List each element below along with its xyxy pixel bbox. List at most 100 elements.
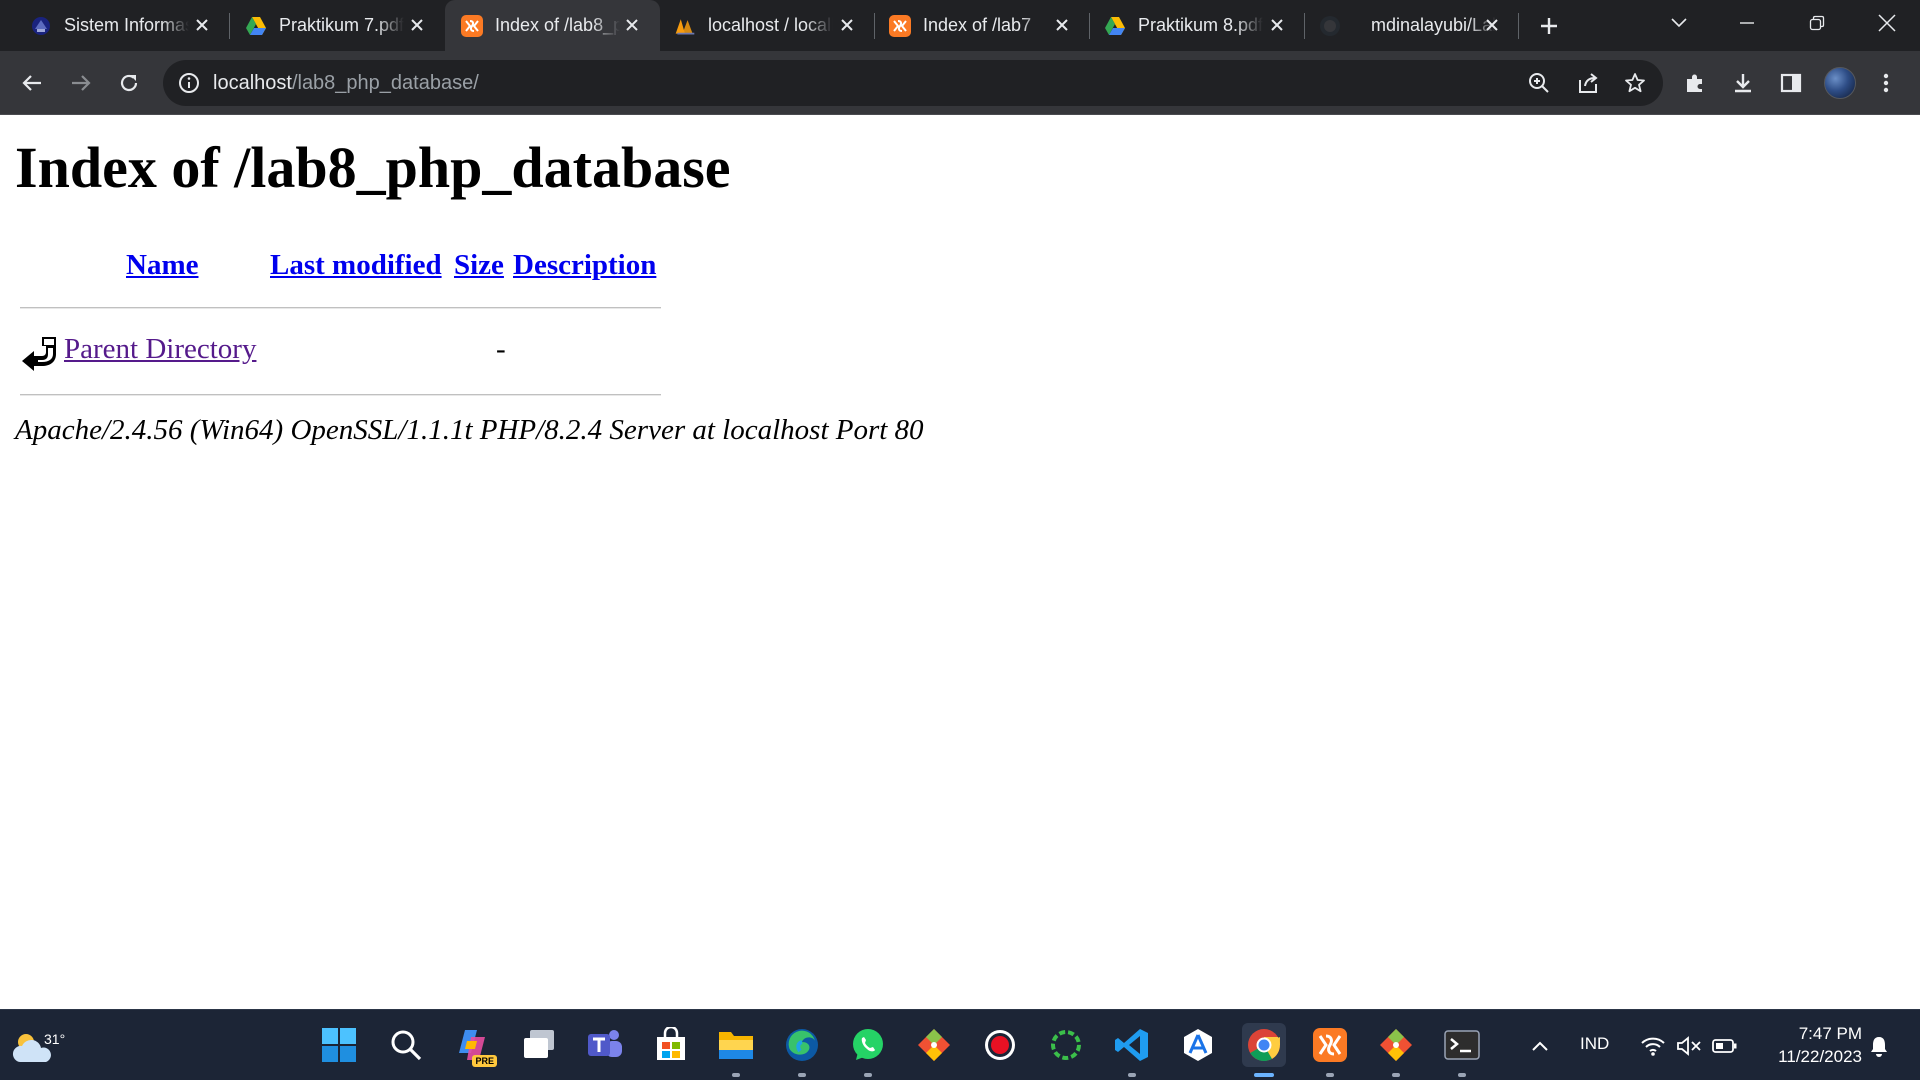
google-drive-icon xyxy=(245,15,267,37)
close-window-button[interactable] xyxy=(1856,0,1918,45)
task-view-icon xyxy=(524,1030,554,1058)
column-header-last-modified[interactable]: Last modified xyxy=(270,249,442,282)
xampp-icon xyxy=(889,14,911,37)
wifi-icon[interactable] xyxy=(1638,1032,1668,1060)
tab-sistem-informasi[interactable]: Sistem Informasi xyxy=(0,0,230,51)
url-host: localhost xyxy=(213,72,292,94)
vscode-button[interactable] xyxy=(1110,1023,1154,1077)
close-tab-icon[interactable] xyxy=(1265,13,1289,37)
tab-title: mdinalayubi/Lab xyxy=(1371,15,1496,35)
git-bash-button[interactable] xyxy=(1374,1023,1418,1077)
spinner-app-button[interactable] xyxy=(1044,1023,1088,1067)
terminal-icon xyxy=(1444,1030,1480,1060)
tab-praktikum-7[interactable]: Praktikum 7.pdf xyxy=(215,0,445,51)
tab-index-lab8[interactable]: Index of /lab8_php_database xyxy=(445,0,660,51)
close-tab-icon[interactable] xyxy=(405,13,429,37)
arrow-right-icon xyxy=(72,75,91,91)
share-icon[interactable] xyxy=(1576,71,1600,95)
tab-search-button[interactable] xyxy=(1648,0,1710,45)
running-indicator xyxy=(1128,1073,1136,1077)
edge-button[interactable] xyxy=(780,1023,824,1077)
side-panel-icon xyxy=(1780,73,1802,93)
browser-toolbar: localhost/lab8_php_database/ xyxy=(0,51,1920,115)
file-explorer-button[interactable] xyxy=(714,1023,758,1077)
tab-title: Index of /lab8_php_database xyxy=(495,15,620,35)
edge-icon xyxy=(786,1029,818,1061)
clock-date: 11/22/2023 xyxy=(1778,1047,1862,1066)
teams-icon xyxy=(588,1030,622,1057)
input-language[interactable]: IND xyxy=(1580,1034,1609,1054)
teams-button[interactable] xyxy=(583,1023,627,1067)
copilot-button[interactable]: PRE xyxy=(451,1023,497,1067)
restore-button[interactable] xyxy=(1786,0,1848,45)
forward-button[interactable] xyxy=(63,65,99,101)
zoom-icon[interactable] xyxy=(1527,71,1551,95)
back-button[interactable] xyxy=(14,65,50,101)
close-tab-icon[interactable] xyxy=(620,13,644,37)
chrome-button[interactable] xyxy=(1242,1023,1286,1077)
task-view-button[interactable] xyxy=(517,1023,561,1067)
close-tab-icon[interactable] xyxy=(835,13,859,37)
reload-icon xyxy=(120,74,138,92)
column-header-description[interactable]: Description xyxy=(513,249,656,282)
chrome-menu-button[interactable] xyxy=(1868,65,1904,101)
more-vert-icon xyxy=(1883,73,1889,93)
notification-bell-icon[interactable] xyxy=(1864,1032,1894,1060)
search-button[interactable] xyxy=(384,1023,428,1067)
profile-avatar[interactable] xyxy=(1824,67,1856,99)
column-header-size[interactable]: Size xyxy=(454,249,504,282)
running-indicator xyxy=(798,1073,806,1077)
tab-index-lab7[interactable]: Index of /lab7 xyxy=(875,0,1090,51)
git-icon xyxy=(918,1029,950,1061)
close-tab-icon[interactable] xyxy=(1480,13,1504,37)
extensions-button[interactable] xyxy=(1677,65,1713,101)
active-indicator xyxy=(1254,1073,1274,1077)
tab-phpmyadmin[interactable]: localhost / localhost | phpMyAdmin xyxy=(660,0,875,51)
clock[interactable]: 7:47 PM 11/22/2023 xyxy=(1752,1022,1862,1068)
minimize-icon xyxy=(1740,21,1754,24)
tab-title: Sistem Informasi xyxy=(64,15,189,35)
tab-title: Praktikum 8.pdf xyxy=(1138,15,1263,35)
restore-icon xyxy=(1809,15,1825,30)
tab-praktikum-8[interactable]: Praktikum 8.pdf xyxy=(1090,0,1305,51)
weather-widget[interactable]: 31° xyxy=(10,1020,65,1070)
battery-icon[interactable] xyxy=(1710,1032,1740,1060)
column-header-name[interactable]: Name xyxy=(126,249,198,282)
plus-icon xyxy=(1541,18,1557,34)
reload-button[interactable] xyxy=(111,65,147,101)
url-path: /lab8_php_database/ xyxy=(291,72,479,94)
xampp-button[interactable] xyxy=(1308,1023,1352,1077)
side-panel-button[interactable] xyxy=(1773,65,1809,101)
search-icon xyxy=(391,1030,422,1061)
bookmark-star-icon[interactable] xyxy=(1623,71,1647,95)
preview-badge: PRE xyxy=(472,1055,497,1067)
info-icon[interactable] xyxy=(177,71,201,95)
show-hidden-icons-button[interactable] xyxy=(1526,1032,1554,1060)
microsoft-store-button[interactable] xyxy=(649,1023,693,1067)
app-store-button[interactable] xyxy=(1176,1023,1220,1067)
record-icon xyxy=(985,1030,1015,1060)
minimize-button[interactable] xyxy=(1716,0,1778,45)
parent-directory-link[interactable]: Parent Directory xyxy=(64,333,256,366)
address-bar[interactable]: localhost/lab8_php_database/ xyxy=(163,60,1663,106)
whatsapp-button[interactable] xyxy=(846,1023,890,1077)
close-icon xyxy=(1878,13,1896,32)
terminal-button[interactable] xyxy=(1440,1023,1484,1077)
git-gui-button[interactable] xyxy=(912,1023,956,1067)
back-arrow-icon xyxy=(22,337,56,371)
server-signature: Apache/2.4.56 (Win64) OpenSSL/1.1.1t PHP… xyxy=(15,414,924,446)
new-tab-button[interactable] xyxy=(1532,9,1566,43)
spinner-app-icon xyxy=(1051,1030,1081,1060)
close-tab-icon[interactable] xyxy=(190,13,214,37)
downloads-button[interactable] xyxy=(1725,65,1761,101)
file-explorer-icon xyxy=(719,1032,753,1059)
close-tab-icon[interactable] xyxy=(1050,13,1074,37)
url-text[interactable]: localhost/lab8_php_database/ xyxy=(213,60,479,106)
microsoft-store-icon xyxy=(657,1027,685,1060)
chevron-up-icon xyxy=(1532,1041,1548,1051)
github-icon xyxy=(1319,15,1341,37)
tab-github-repo[interactable]: mdinalayubi/Lab xyxy=(1305,0,1520,51)
volume-muted-icon[interactable] xyxy=(1674,1032,1704,1060)
start-button[interactable] xyxy=(317,1023,361,1067)
screen-recorder-button[interactable] xyxy=(978,1023,1022,1067)
